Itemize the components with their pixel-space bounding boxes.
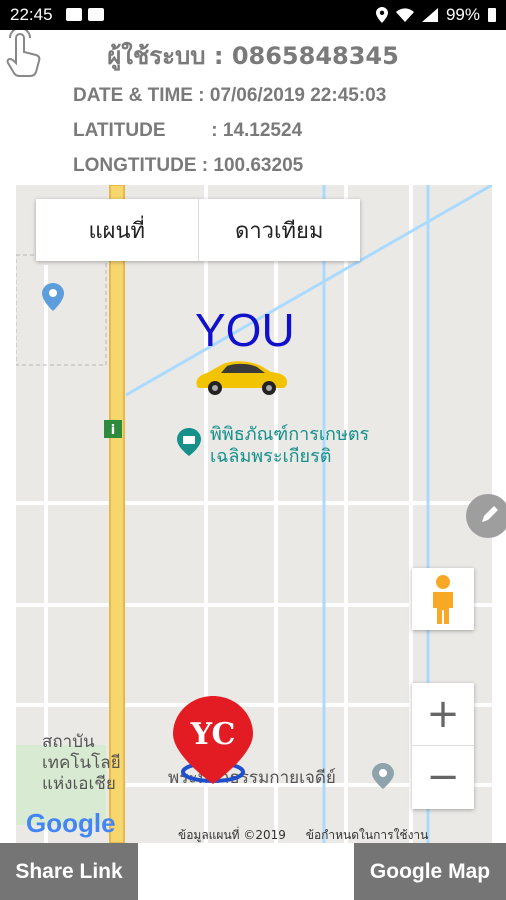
latitude-label: LATITUDE (73, 120, 166, 141)
attribution-terms[interactable]: ข้อกำหนดในการใช้งาน (306, 828, 429, 842)
museum-icon (177, 428, 201, 456)
poi-institute-label: สถาบัน เทคโนโลยี แห่งเอเชีย (42, 732, 121, 794)
marker-text: YC (190, 717, 236, 752)
zoom-out-button[interactable]: − (412, 746, 474, 808)
latitude-value: : 14.12524 (211, 120, 303, 141)
location-icon (375, 7, 388, 23)
pencil-icon (482, 506, 498, 522)
google-logo: Google (26, 808, 116, 838)
attribution-data: ข้อมูลแผนที่ ©2019 (178, 828, 286, 842)
you-label: YOU (195, 304, 295, 356)
longitude-value: : 100.63205 (201, 155, 304, 176)
datetime-value: : 07/06/2019 22:45:03 (198, 85, 387, 106)
status-bar: 22:45 99% (0, 0, 506, 30)
datetime-label: DATE & TIME (73, 85, 193, 106)
temple-icon (372, 763, 394, 789)
tab-map[interactable]: แผนที่ (36, 199, 199, 261)
user-phone-title: ผู้ใช้ระบบ : 0865848345 (107, 42, 399, 70)
place-pin-icon (42, 283, 64, 311)
poi-museum-label: พิพิธภัณฑ์การเกษตร เฉลิมพระเกียรติ (210, 424, 370, 467)
pegman-icon (433, 575, 453, 624)
zoom-in-button[interactable]: + (412, 683, 474, 746)
latitude-row: LATITUDE : 14.12524 (73, 120, 302, 142)
google-map-button[interactable]: Google Map (354, 843, 506, 900)
street-view-pegman[interactable] (412, 568, 474, 630)
map-type-toggle[interactable]: แผนที่ ดาวเทียม (36, 199, 360, 261)
youtube-icon (88, 8, 104, 21)
longitude-row: LONGTITUDE : 100.63205 (73, 155, 303, 177)
wifi-icon (395, 8, 414, 22)
svg-text:i: i (111, 423, 115, 438)
yc-location-marker[interactable]: YC (171, 694, 255, 786)
notification-icon (66, 8, 82, 21)
edit-fab[interactable] (466, 494, 506, 538)
longitude-label: LONGTITUDE (73, 155, 197, 176)
share-link-button[interactable]: Share Link (0, 843, 138, 900)
battery-icon (488, 8, 496, 22)
status-time: 22:45 (10, 5, 53, 24)
datetime-row: DATE & TIME : 07/06/2019 22:45:03 (73, 85, 386, 107)
zoom-controls: + − (412, 683, 474, 809)
tab-satellite[interactable]: ดาวเทียม (199, 199, 361, 261)
battery-text: 99% (445, 5, 480, 24)
signal-icon (421, 8, 438, 22)
location-info-panel: ผู้ใช้ระบบ : 0865848345 DATE & TIME : 07… (0, 30, 506, 185)
car-icon[interactable] (193, 356, 289, 396)
